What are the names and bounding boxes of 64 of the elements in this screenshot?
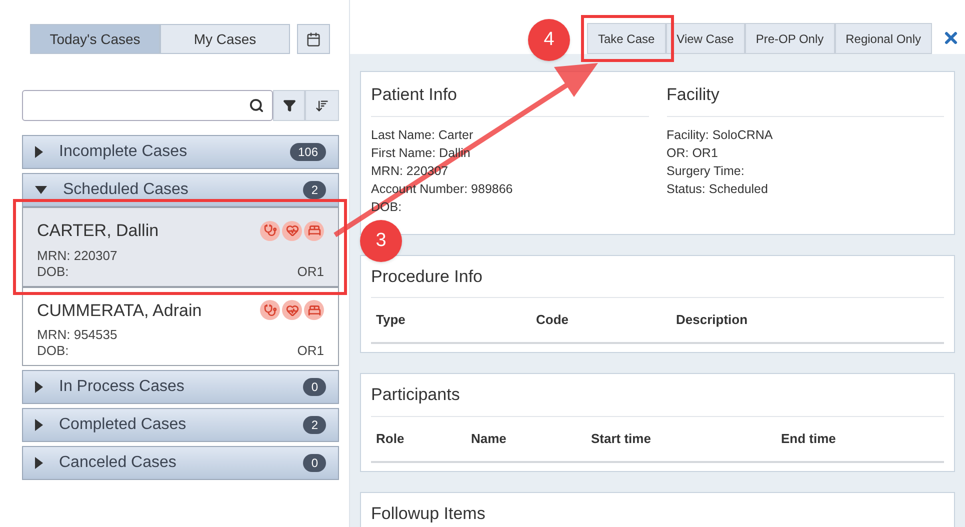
search-field[interactable] xyxy=(22,90,273,121)
calendar-button[interactable] xyxy=(297,24,330,54)
count-badge: 2 xyxy=(303,416,326,434)
column-header: Description xyxy=(676,312,748,327)
caret-right-icon xyxy=(35,381,43,393)
info-line: Surgery Time: xyxy=(666,162,744,180)
patient-name: CARTER, Dallin xyxy=(37,220,160,242)
mrn-text: MRN: 954535 xyxy=(37,327,118,343)
group-header[interactable]: Scheduled Cases 2 xyxy=(22,173,339,207)
info-line: Facility: SoloCRNA xyxy=(666,126,773,144)
stethoscope-icon xyxy=(260,220,280,241)
action-button[interactable]: Take Case xyxy=(586,23,666,54)
section-title: Procedure Info xyxy=(371,266,483,288)
group-header[interactable]: In Process Cases 0 xyxy=(22,370,339,404)
column-header: Name xyxy=(471,430,506,446)
group-header[interactable]: Canceled Cases 0 xyxy=(22,446,339,480)
dob-label: DOB: xyxy=(37,264,70,280)
caret-right-icon xyxy=(35,146,43,158)
action-button[interactable]: View Case xyxy=(666,23,745,54)
room-text: OR1 xyxy=(297,343,324,359)
column-header: Type xyxy=(376,312,406,327)
view-tab[interactable]: My Cases xyxy=(160,24,290,54)
dob-label: DOB: xyxy=(37,343,70,359)
caret-right-icon xyxy=(35,457,43,469)
group-header[interactable]: Incomplete Cases 106 xyxy=(22,135,339,169)
section-title: Patient Info xyxy=(371,84,458,106)
calendar-icon xyxy=(306,32,321,46)
section-title: Participants xyxy=(371,384,460,406)
caret-right-icon xyxy=(35,419,43,431)
close-button[interactable] xyxy=(942,29,960,47)
case-card[interactable]: CUMMERATA, Adrain MRN: 954535 DOB: OR1 xyxy=(22,286,339,366)
mrn-text: MRN: 220307 xyxy=(37,248,118,264)
bed-icon xyxy=(304,220,324,241)
view-tab[interactable]: Today's Cases xyxy=(30,24,160,54)
sort-button[interactable] xyxy=(305,90,339,121)
filter-icon xyxy=(282,99,296,112)
column-header: Role xyxy=(376,430,404,446)
action-button[interactable]: Pre-OP Only xyxy=(744,23,835,54)
column-header: Code xyxy=(536,312,568,327)
close-icon xyxy=(942,29,960,47)
section-title: Facility xyxy=(666,84,720,106)
info-line: Last Name: Carter xyxy=(371,126,474,144)
case-card[interactable]: CARTER, Dallin MRN: 220307 DOB: OR1 xyxy=(22,207,339,286)
count-badge: 2 xyxy=(303,181,326,199)
info-line: Status: Scheduled xyxy=(666,180,768,198)
column-header: Start time xyxy=(591,430,651,446)
caret-down-icon xyxy=(35,186,47,194)
heart-pulse-icon xyxy=(282,300,302,320)
bed-icon xyxy=(304,300,324,320)
patient-name: CUMMERATA, Adrain xyxy=(37,300,203,322)
column-header: End time xyxy=(781,430,836,446)
action-button[interactable]: Regional Only xyxy=(834,23,932,54)
filter-button[interactable] xyxy=(273,90,305,121)
search-icon xyxy=(249,98,264,113)
sort-icon xyxy=(315,98,329,112)
count-badge: 0 xyxy=(303,378,326,396)
stethoscope-icon xyxy=(260,300,280,320)
info-line: OR: OR1 xyxy=(666,144,718,162)
group-header[interactable]: Completed Cases 2 xyxy=(22,408,339,442)
count-badge: 106 xyxy=(290,143,326,161)
section-title: Followup Items xyxy=(371,502,486,524)
room-text: OR1 xyxy=(297,264,324,280)
heart-pulse-icon xyxy=(282,220,302,241)
count-badge: 0 xyxy=(303,454,326,472)
